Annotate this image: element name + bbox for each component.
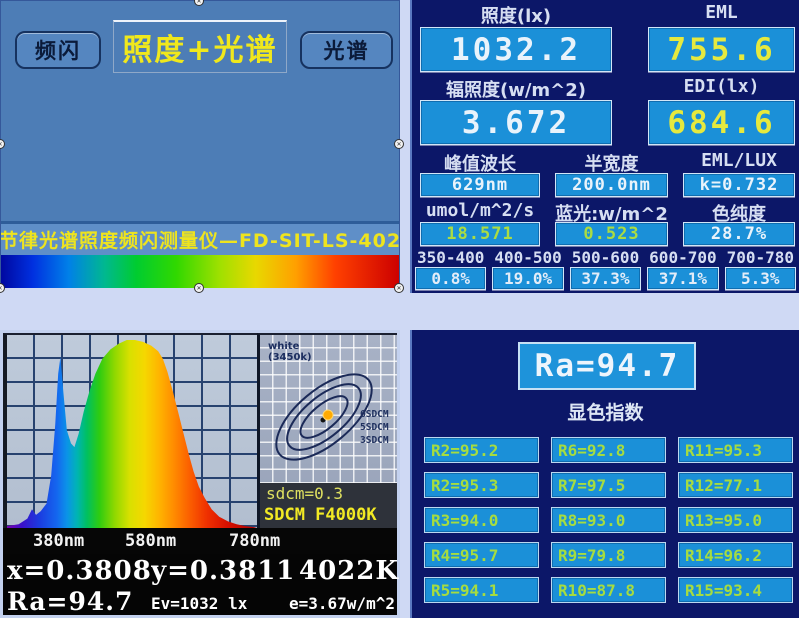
eml-value: 755.6 bbox=[648, 27, 795, 72]
eml-label: EML bbox=[648, 2, 795, 28]
cie-x-value: x=0.3808 bbox=[7, 556, 152, 586]
cri-cell-r14: R14=96.2 bbox=[678, 542, 793, 568]
cri-cell-r7: R7=97.5 bbox=[551, 472, 666, 498]
ring-label-outer: 6SDCM bbox=[360, 409, 389, 420]
lux-spectrum-mode-button[interactable]: 照度+光谱 bbox=[113, 20, 287, 73]
selection-handle-bottom-right[interactable]: ✕ bbox=[394, 283, 404, 293]
cri-cell-r2: R2=95.3 bbox=[424, 472, 539, 498]
flicker-mode-button[interactable]: 频闪 bbox=[15, 31, 101, 69]
band-400-500-label: 400-500 bbox=[492, 248, 563, 267]
cct-value: 4022K bbox=[299, 556, 399, 586]
ring-label-inner: 3SDCM bbox=[360, 435, 389, 446]
cri-cell-r13: R13=95.0 bbox=[678, 507, 793, 533]
cri-cell-r1: R2=95.2 bbox=[424, 437, 539, 463]
cri-cell-r3: R3=94.0 bbox=[424, 507, 539, 533]
chromaticity-readout: x=0.3808 y=0.3811 4022K Ra=94.7 Ev=1032 … bbox=[3, 554, 397, 615]
edi-value: 684.6 bbox=[648, 100, 795, 145]
band-500-600-label: 500-600 bbox=[570, 248, 641, 267]
ring-label-middle: 5SDCM bbox=[360, 422, 389, 433]
cri-cell-r8: R8=93.0 bbox=[551, 507, 666, 533]
readings-panel: 照度(lx) EML 1032.2 755.6 辐照度(w/m^2) EDI(l… bbox=[410, 0, 799, 293]
e-value: e=3.67w/m^2 bbox=[289, 594, 395, 613]
fwhm-value: 200.0nm bbox=[555, 173, 668, 197]
selection-handle-bottom[interactable]: ✕ bbox=[194, 283, 204, 293]
peak-wavelength-value: 629nm bbox=[420, 173, 540, 197]
white-point-label: white (3450k) bbox=[268, 341, 312, 363]
spectrum-mode-button[interactable]: 光谱 bbox=[300, 31, 393, 69]
spectrum-chart bbox=[3, 333, 257, 528]
lux-label: 照度(lx) bbox=[420, 2, 612, 28]
cri-cell-r11: R11=95.3 bbox=[678, 437, 793, 463]
tick-380nm: 380nm bbox=[33, 531, 84, 551]
sdcm-value: sdcm=0.3 bbox=[266, 484, 343, 503]
ra-value: Ra=94.7 bbox=[7, 587, 133, 616]
mode-panel: 频闪 照度+光谱 光谱 节律光谱照度频闪测量仪—FD-SIT-LS-402 bbox=[0, 0, 400, 287]
cri-cell-r9: R9=79.8 bbox=[551, 542, 666, 568]
band-600-700-value: 37.1% bbox=[647, 267, 718, 290]
cri-cell-r15: R15=93.4 bbox=[678, 577, 793, 603]
cri-cell-r12: R12=77.1 bbox=[678, 472, 793, 498]
cie-y-value: y=0.3811 bbox=[151, 556, 295, 586]
cie-chromaticity-inset: white (3450k) 6SDCM 5SDCM 3SDCM sdcm=0.3… bbox=[257, 333, 397, 528]
sdcm-bin: SDCM F4000K bbox=[264, 505, 377, 525]
sdcm-readout: sdcm=0.3 SDCM F4000K bbox=[260, 483, 397, 528]
band-400-500-value: 19.0% bbox=[492, 267, 563, 290]
band-350-400-value: 0.8% bbox=[415, 267, 486, 290]
selection-handle-bottom-left[interactable]: ✕ bbox=[0, 283, 5, 293]
blue-light-value: 0.523 bbox=[555, 222, 668, 246]
band-700-780-value: 5.3% bbox=[725, 267, 796, 290]
device-title: 节律光谱照度频闪测量仪—FD-SIT-LS-402 bbox=[1, 221, 399, 255]
band-350-400-label: 350-400 bbox=[415, 248, 486, 267]
cri-grid: R2=95.2 R6=92.8 R11=95.3 R2=95.3 R7=97.5… bbox=[424, 437, 793, 603]
eml-lux-value: k=0.732 bbox=[683, 173, 795, 197]
cri-cell-r4: R4=95.7 bbox=[424, 542, 539, 568]
tick-780nm: 780nm bbox=[229, 531, 280, 551]
cri-panel: Ra=94.7 显色指数 R2=95.2 R6=92.8 R11=95.3 R2… bbox=[410, 330, 799, 618]
irradiance-label: 辐照度(w/m^2) bbox=[420, 76, 612, 102]
cri-subtitle: 显色指数 bbox=[412, 398, 799, 425]
purity-value: 28.7% bbox=[683, 222, 795, 246]
ev-value: Ev=1032 lx bbox=[151, 594, 247, 613]
cri-cell-r10: R10=87.8 bbox=[551, 577, 666, 603]
band-700-780-label: 700-780 bbox=[725, 248, 796, 267]
spectrum-panel: white (3450k) 6SDCM 5SDCM 3SDCM sdcm=0.3… bbox=[0, 330, 400, 618]
ra-readout: Ra=94.7 bbox=[518, 342, 696, 390]
selection-handle-right[interactable]: ✕ bbox=[394, 139, 404, 149]
band-600-700-label: 600-700 bbox=[647, 248, 718, 267]
irradiance-value: 3.672 bbox=[420, 100, 612, 145]
tick-580nm: 580nm bbox=[125, 531, 176, 551]
cri-cell-r5: R5=94.1 bbox=[424, 577, 539, 603]
spectrum-curve-icon bbox=[7, 335, 257, 528]
edi-label: EDI(lx) bbox=[648, 76, 795, 102]
lux-value: 1032.2 bbox=[420, 27, 612, 72]
cri-cell-r6: R6=92.8 bbox=[551, 437, 666, 463]
umol-value: 18.571 bbox=[420, 222, 540, 246]
wavelength-axis: 380nm 580nm 780nm bbox=[3, 528, 397, 554]
band-500-600-value: 37.3% bbox=[570, 267, 641, 290]
